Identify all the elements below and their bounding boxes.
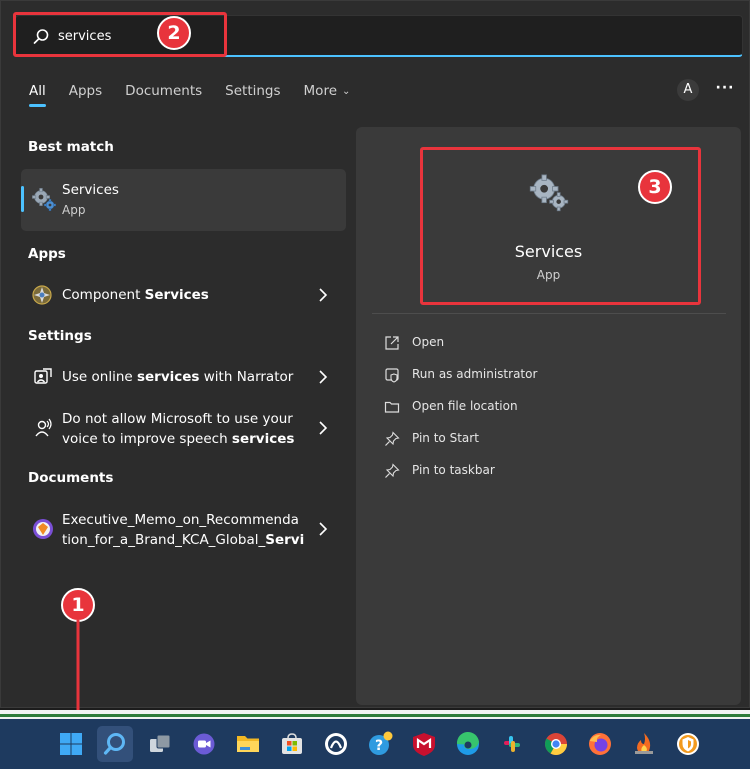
- action-run-as-admin[interactable]: Run as administrator: [380, 365, 710, 385]
- best-match-title: Services: [62, 182, 119, 198]
- app-circle-icon: [325, 733, 347, 755]
- account-avatar[interactable]: A: [677, 79, 699, 101]
- app-button-circle[interactable]: [318, 726, 354, 762]
- folder-icon: [384, 401, 400, 413]
- get-help-button[interactable]: ?: [362, 726, 398, 762]
- windows-logo-icon: [60, 733, 82, 755]
- svg-text:?: ?: [375, 738, 383, 754]
- component-services-icon: [32, 285, 52, 305]
- store-icon: [282, 733, 302, 754]
- chevron-right-icon: [319, 288, 328, 302]
- best-match-services[interactable]: Services App: [21, 169, 346, 231]
- taskbar-border: [0, 710, 750, 719]
- more-options-icon[interactable]: ···: [713, 81, 737, 99]
- tab-apps[interactable]: Apps: [69, 81, 102, 103]
- section-title-best-match: Best match: [28, 139, 114, 155]
- narrator-icon: [34, 368, 52, 384]
- edge-icon: [456, 731, 479, 755]
- firefox-button[interactable]: [582, 726, 618, 762]
- best-match-subtitle: App: [62, 203, 86, 217]
- search-icon: [103, 733, 125, 755]
- filter-tabs: All Apps Documents Settings More ⌄: [29, 81, 350, 107]
- slack-button[interactable]: [494, 726, 530, 762]
- help-icon: ?: [369, 731, 393, 755]
- shield-admin-icon: [385, 368, 399, 383]
- chevron-right-icon: [319, 522, 328, 536]
- teams-chat-button[interactable]: [186, 726, 222, 762]
- task-view-icon: [150, 734, 171, 752]
- store-button[interactable]: [274, 726, 310, 762]
- slack-icon: [504, 736, 520, 752]
- firefox-icon: [589, 733, 611, 755]
- app-button-shield[interactable]: [670, 726, 706, 762]
- action-pin-to-start[interactable]: Pin to Start: [380, 429, 710, 449]
- mcafee-icon: [413, 733, 435, 756]
- section-title-apps: Apps: [28, 246, 66, 262]
- folder-icon: [237, 736, 259, 752]
- result-speech-setting[interactable]: Do not allow Microsoft to use your voice …: [21, 406, 346, 450]
- mcafee-button[interactable]: [406, 726, 442, 762]
- taskbar: ?: [0, 719, 750, 769]
- tab-all[interactable]: All: [29, 81, 46, 107]
- action-open-file-location[interactable]: Open file location: [380, 397, 710, 417]
- result-label: Do not allow Microsoft to use your voice …: [62, 411, 295, 447]
- taskbar-search-button[interactable]: [97, 726, 133, 762]
- callout-badge-1: 1: [61, 588, 95, 622]
- app-button-flame[interactable]: [626, 726, 662, 762]
- flame-icon: [635, 733, 653, 754]
- result-document[interactable]: Executive_Memo_on_Recommenda tion_for_a_B…: [21, 507, 346, 551]
- file-explorer-button[interactable]: [230, 726, 266, 762]
- pin-icon: [385, 463, 400, 478]
- section-title-documents: Documents: [28, 470, 114, 486]
- task-view-button[interactable]: [142, 726, 178, 762]
- tab-settings[interactable]: Settings: [225, 81, 280, 103]
- chevron-right-icon: [319, 421, 328, 435]
- result-label: Use online services with Narrator: [62, 369, 294, 385]
- result-label: Component Services: [62, 287, 209, 303]
- chrome-icon: [545, 733, 567, 755]
- result-label: Executive_Memo_on_Recommenda tion_for_a_B…: [62, 512, 305, 548]
- section-title-settings: Settings: [28, 328, 92, 344]
- open-external-icon: [385, 336, 399, 350]
- chrome-button[interactable]: [538, 726, 574, 762]
- tab-more[interactable]: More ⌄: [304, 81, 351, 103]
- result-narrator-setting[interactable]: Use online services with Narrator: [21, 359, 346, 395]
- callout-box-search: [13, 12, 227, 57]
- chat-icon: [193, 733, 215, 755]
- divider: [372, 313, 726, 314]
- callout-badge-3: 3: [638, 170, 672, 204]
- speech-icon: [35, 418, 52, 437]
- search-panel: All Apps Documents Settings More⌄ A ··· …: [0, 0, 750, 708]
- browser-doc-icon: [33, 519, 53, 539]
- chevron-down-icon: ⌄: [342, 86, 351, 97]
- pin-icon: [385, 431, 400, 446]
- callout-badge-2: 2: [157, 16, 191, 50]
- action-pin-to-taskbar[interactable]: Pin to taskbar: [380, 461, 710, 481]
- start-button[interactable]: [53, 726, 89, 762]
- tab-documents[interactable]: Documents: [125, 81, 202, 103]
- action-open[interactable]: Open: [380, 333, 710, 353]
- result-component-services[interactable]: Component Services: [21, 277, 346, 313]
- chevron-right-icon: [319, 370, 328, 384]
- gears-icon: [32, 188, 56, 211]
- edge-button[interactable]: [450, 726, 486, 762]
- shield-browser-icon: [677, 733, 699, 755]
